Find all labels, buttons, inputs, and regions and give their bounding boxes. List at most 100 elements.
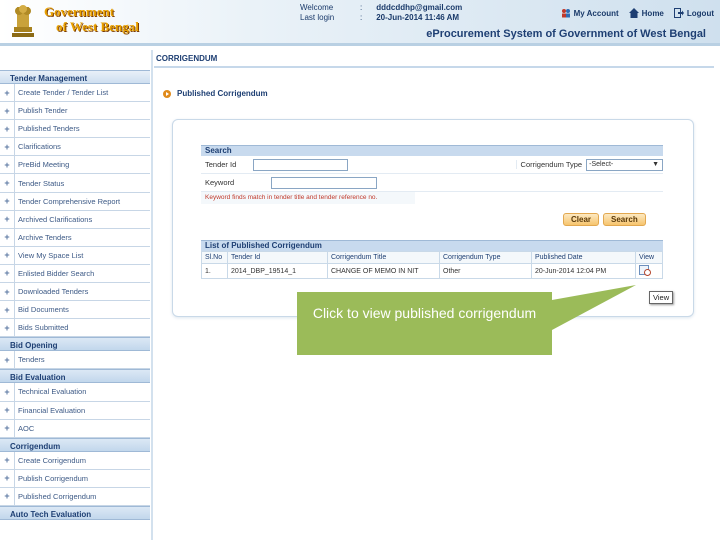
sidebar-item-view-my-space-list[interactable]: + View My Space List	[0, 246, 150, 265]
sidebar-item-downloaded-tenders[interactable]: + Downloaded Tenders	[0, 283, 150, 302]
sidebar-item-enlisted-bidder-search[interactable]: + Enlisted Bidder Search	[0, 264, 150, 284]
sidebar-section-bid-evaluation[interactable]: Bid Evaluation	[0, 369, 150, 384]
system-title: eProcurement System of Government of Wes…	[426, 28, 706, 40]
sidebar-item-clarifications[interactable]: + Clarifications	[0, 138, 150, 157]
app-header: Government of West Bengal Welcome: dddcdd…	[0, 0, 720, 46]
plus-icon: +	[4, 455, 10, 466]
sidebar-section-tender-management[interactable]: Tender Management	[0, 70, 150, 84]
sidebar-item-label: Tender Status	[14, 174, 64, 192]
sidebar-item-technical-evaluation[interactable]: + Technical Evaluation	[0, 383, 150, 402]
plus-icon: +	[4, 354, 10, 365]
home-label: Home	[641, 8, 664, 18]
sidebar-section-corrigendum[interactable]: Corrigendum	[0, 437, 150, 452]
column-header: Tender Id	[227, 251, 328, 264]
sidebar-item-publish-corrigendum[interactable]: + Publish Corrigendum	[0, 469, 150, 488]
sidebar-item-aoc[interactable]: + AOC	[0, 419, 150, 438]
plus-icon: +	[4, 196, 10, 207]
sidebar-item-published-corrigendum[interactable]: + Published Corrigendum	[0, 487, 150, 506]
plus-icon: +	[4, 386, 10, 397]
sidebar-item-label: Archive Tenders	[14, 228, 72, 246]
keyword-label: Keyword	[205, 178, 235, 187]
welcome-value: dddcddhp@gmail.com	[376, 3, 463, 12]
clear-button[interactable]: Clear	[563, 213, 600, 226]
sidebar-menu: Tender Management + Create Tender / Tende…	[0, 70, 150, 520]
sidebar-item-create-tender[interactable]: + Create Tender / Tender List	[0, 84, 150, 103]
sidebar-item-archived-clarifications[interactable]: + Archived Clarifications	[0, 210, 150, 229]
sidebar-item-create-corrigendum[interactable]: + Create Corrigendum	[0, 451, 150, 470]
corrigendum-type-label: Corrigendum Type	[515, 160, 587, 169]
plus-icon: +	[4, 268, 10, 279]
table-row: 1. 2014_DBP_19514_1 CHANGE OF MEMO IN NI…	[201, 263, 663, 279]
page-title: Published Corrigendum	[177, 89, 268, 98]
tender-id-input[interactable]	[252, 158, 348, 171]
sidebar-item-label: Tender Comprehensive Report	[14, 192, 120, 210]
logo-line-2: of West Bengal	[56, 19, 139, 34]
top-links: My Account Home Logout	[561, 8, 714, 18]
logo-line-1: Government	[44, 4, 115, 19]
sidebar-item-tenders[interactable]: + Tenders	[0, 351, 150, 370]
keyword-input[interactable]	[271, 176, 377, 189]
plus-icon: +	[4, 87, 10, 98]
home-link[interactable]: Home	[628, 8, 664, 18]
sidebar-item-label: Tenders	[14, 351, 45, 369]
sidebar-item-published-tenders[interactable]: + Published Tenders	[0, 120, 150, 139]
page-heading: Published Corrigendum	[163, 89, 268, 98]
sidebar-item-label: Financial Evaluation	[14, 401, 85, 419]
cell-published-date: 20-Jun-2014 12:04 PM	[531, 263, 636, 279]
cell-corrigendum-title: CHANGE OF MEMO IN NIT	[327, 263, 440, 279]
plus-icon: +	[4, 123, 10, 134]
sidebar-item-archive-tenders[interactable]: + Archive Tenders	[0, 228, 150, 247]
list-title: List of Published Corrigendum	[201, 240, 663, 251]
sidebar-item-publish-tender[interactable]: + Publish Tender	[0, 102, 150, 121]
column-header: Published Date	[531, 251, 636, 264]
cell-view	[635, 263, 663, 279]
corrigendum-table: Sl.No Tender Id Corrigendum Title Corrig…	[201, 251, 663, 279]
sidebar-item-bid-documents[interactable]: + Bid Documents	[0, 301, 150, 320]
sidebar-item-tender-comprehensive-report[interactable]: + Tender Comprehensive Report	[0, 192, 150, 211]
plus-icon: +	[4, 423, 10, 434]
view-document-icon[interactable]	[639, 265, 651, 276]
plus-icon: +	[4, 304, 10, 315]
welcome-label: Welcome	[300, 3, 334, 12]
user-info: Welcome: dddcddhp@gmail.com Last login:20…	[300, 3, 463, 22]
sidebar-item-label: Publish Tender	[14, 102, 67, 120]
plus-icon: +	[4, 105, 10, 116]
logout-link[interactable]: Logout	[673, 8, 714, 18]
sidebar-item-label: View My Space List	[14, 246, 83, 264]
logout-label: Logout	[686, 8, 714, 18]
sidebar-item-financial-evaluation[interactable]: + Financial Evaluation	[0, 401, 150, 420]
sidebar-item-label: Publish Corrigendum	[14, 469, 88, 487]
column-header: Sl.No	[201, 251, 228, 264]
view-tooltip: View	[649, 291, 674, 304]
last-login-label: Last login	[300, 13, 335, 22]
plus-icon: +	[4, 286, 10, 297]
plus-icon: +	[4, 159, 10, 170]
sidebar-item-label: Bid Documents	[14, 301, 69, 319]
last-login-value: 20-Jun-2014 11:46 AM	[376, 13, 460, 22]
cell-corrigendum-type: Other	[439, 263, 532, 279]
column-header: Corrigendum Type	[439, 251, 532, 264]
sidebar-section-auto-tech-evaluation[interactable]: Auto Tech Evaluation	[0, 505, 150, 520]
table-header-row: Sl.No Tender Id Corrigendum Title Corrig…	[201, 251, 663, 264]
corrigendum-type-select[interactable]: -Select- ▼	[586, 158, 663, 171]
plus-icon: +	[4, 491, 10, 502]
dropdown-arrow-icon: ▼	[652, 161, 659, 168]
sidebar-section-bid-opening[interactable]: Bid Opening	[0, 337, 150, 352]
arrow-bullet-icon	[163, 89, 171, 98]
plus-icon: +	[4, 405, 10, 416]
sidebar-item-tender-status[interactable]: + Tender Status	[0, 174, 150, 193]
sidebar-item-label: AOC	[14, 419, 34, 437]
logout-icon	[673, 8, 684, 18]
my-account-link[interactable]: My Account	[561, 8, 619, 18]
search-button[interactable]: Search	[603, 213, 646, 226]
government-logo: Government of West Bengal	[44, 4, 139, 34]
sidebar-item-label: Create Corrigendum	[14, 451, 86, 469]
tender-id-label: Tender Id	[205, 160, 237, 169]
sidebar-item-label: Create Tender / Tender List	[14, 84, 108, 102]
sidebar-item-prebid-meeting[interactable]: + PreBid Meeting	[0, 156, 150, 175]
state-emblem-icon	[12, 5, 34, 37]
plus-icon: +	[4, 141, 10, 152]
sidebar-item-bids-submitted[interactable]: + Bids Submitted	[0, 319, 150, 338]
sidebar-item-label: Archived Clarifications	[14, 210, 92, 228]
instruction-callout: Click to view published corrigendum	[297, 292, 552, 355]
